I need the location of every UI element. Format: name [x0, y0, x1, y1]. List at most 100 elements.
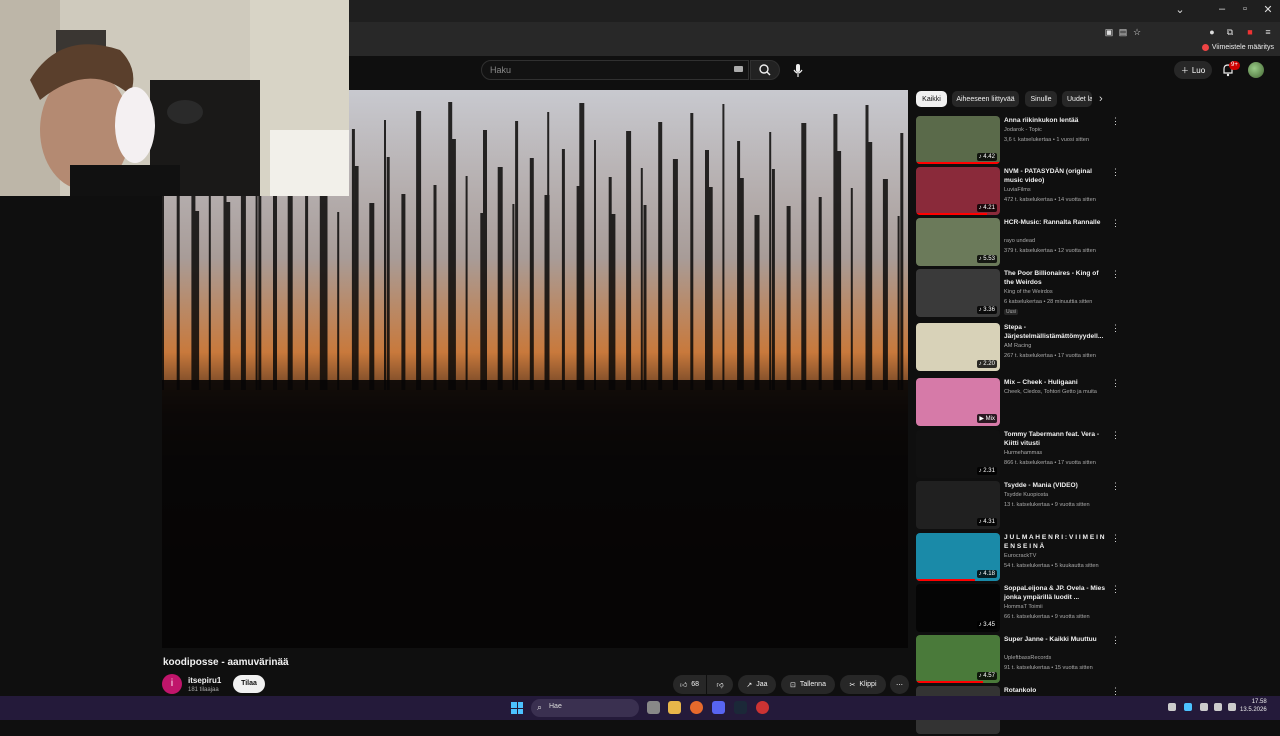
recommendation-item[interactable]: ♪ 4.21 NVM - PATASYDÄN (original music vi… [916, 167, 1121, 217]
channel-avatar[interactable]: i [162, 674, 182, 694]
video-thumbnail[interactable]: ♪ 4.31 [916, 481, 1000, 529]
menu-icon[interactable]: ≡ [1262, 26, 1274, 38]
chip-related[interactable]: Aiheeseen liittyvää [952, 91, 1019, 107]
video-thumbnail[interactable]: ♪ 4.42 [916, 116, 1000, 164]
save-button[interactable]: ⊡ Tallenna [781, 675, 835, 694]
video-thumbnail[interactable]: ♪ 4.18 [916, 533, 1000, 581]
video-thumbnail[interactable]: ♪ 2.31 [916, 430, 1000, 478]
account-avatar[interactable] [1248, 62, 1264, 78]
recommendation-title[interactable]: HCR-Music: Rannalta Rannalle [1004, 218, 1108, 227]
video-thumbnail[interactable]: ♪ 5.53 [916, 218, 1000, 266]
recommendation-title[interactable]: Mix – Cheek - Huligaani [1004, 378, 1108, 387]
subscribe-button[interactable]: Tilaa [233, 675, 265, 693]
more-vert-icon[interactable]: ⋮ [1111, 584, 1120, 595]
recommendation-title[interactable]: Super Janne - Kaikki Muuttuu [1004, 635, 1108, 644]
recommendation-title[interactable]: SoppaLeijona & JP. Ovela - Mies jonka ym… [1004, 584, 1108, 602]
recommendation-item[interactable]: ♪ 4.18 J U L M A H E N R I : V I I M E I … [916, 533, 1121, 583]
video-thumbnail[interactable]: ▶ Mix [916, 378, 1000, 426]
picture-in-picture-icon[interactable]: ▤ [1117, 26, 1129, 38]
more-vert-icon[interactable]: ⋮ [1111, 218, 1120, 229]
minimize-button[interactable]: – [1212, 3, 1232, 15]
more-vert-icon[interactable]: ⋮ [1111, 323, 1120, 334]
tray-mic-icon[interactable] [1200, 703, 1208, 711]
search-button[interactable] [750, 60, 780, 80]
voice-search-button[interactable] [787, 60, 809, 82]
recommendation-item[interactable]: ♪ 4.57 Super Janne - Kaikki Muuttuu ⋮ Uplef… [916, 635, 1121, 685]
recommendation-item[interactable]: ♪ 2.31 Tommy Tabermann feat. Vera - Kiitt… [916, 430, 1121, 480]
discord-icon[interactable] [712, 701, 725, 714]
steam-icon[interactable] [734, 701, 747, 714]
file-explorer-icon[interactable] [668, 701, 681, 714]
profile-icon[interactable]: ● [1206, 26, 1218, 38]
chip-all[interactable]: Kaikki [916, 91, 947, 107]
obs-icon[interactable] [756, 701, 769, 714]
recommendation-channel[interactable]: LuviaFilms [1004, 187, 1031, 193]
recommendation-channel[interactable]: Hurmehammas [1004, 450, 1042, 456]
recommendation-item[interactable]: ♪ 2.20 Stepa - Järjestelmällistämättömyyd… [916, 323, 1121, 373]
share-button[interactable]: ↗ Jaa [738, 675, 776, 694]
recommendation-channel[interactable]: rayo undead [1004, 238, 1035, 244]
extension-badge-icon[interactable]: ■ [1244, 26, 1256, 38]
recommendation-title[interactable]: NVM - PATASYDÄN (original music video) [1004, 167, 1108, 185]
video-thumbnail[interactable]: ♪ 4.57 [916, 635, 1000, 683]
recommendation-channel[interactable]: Jodarok - Topic [1004, 127, 1042, 133]
tab-list-icon[interactable]: ⌄ [1170, 3, 1190, 16]
recommendation-item[interactable]: ♪ 5.53 HCR-Music: Rannalta Rannalle ⋮ rayo … [916, 218, 1121, 268]
start-button[interactable] [511, 702, 523, 714]
recommendation-item[interactable]: ♪ 4.42 Anna riikinkukon lentää ⋮ Jodarok - … [916, 116, 1121, 166]
bookmark-star-icon[interactable]: ☆ [1131, 26, 1143, 38]
bookmark-finish-setup[interactable]: Viimeistele määritys [1201, 44, 1274, 51]
recommendation-channel[interactable]: AM Racing [1004, 343, 1031, 349]
recommendation-channel[interactable]: Tsydde Kuopiosta [1004, 492, 1048, 498]
clip-button[interactable]: ✂ Klippi [840, 675, 886, 694]
recommendation-title[interactable]: Anna riikinkukon lentää [1004, 116, 1108, 125]
channel-name[interactable]: itsepiru1 [188, 676, 221, 685]
more-vert-icon[interactable]: ⋮ [1111, 481, 1120, 492]
recommendation-title[interactable]: Stepa - Järjestelmällistämättömyydell... [1004, 323, 1108, 341]
more-vert-icon[interactable]: ⋮ [1111, 269, 1120, 280]
chip-for-you[interactable]: Sinulle [1025, 91, 1057, 107]
more-vert-icon[interactable]: ⋮ [1111, 430, 1120, 441]
recommendation-item[interactable]: ♪ 4.31 Tsydde - Mania (VIDEO) ⋮ Tsydde Kuop… [916, 481, 1121, 531]
recommendation-title[interactable]: Rotankolo [1004, 686, 1108, 695]
recommendation-title[interactable]: Tommy Tabermann feat. Vera - Kiitti vitu… [1004, 430, 1108, 448]
more-actions-button[interactable]: ⋯ [890, 675, 909, 694]
taskbar-clock[interactable]: 17.58 13.5.2026 [1240, 698, 1267, 714]
recommendation-channel[interactable]: UpleftbassRecords [1004, 655, 1051, 661]
recommendation-item[interactable]: ♪ 3.36 The Poor Billionaires - King of th… [916, 269, 1121, 319]
tray-app-icon[interactable] [1184, 703, 1192, 711]
maximize-button[interactable]: ▫ [1235, 3, 1255, 15]
keyboard-icon[interactable] [734, 66, 743, 72]
create-button[interactable]: ＋ Luo [1174, 61, 1212, 79]
video-thumbnail[interactable]: ♪ 4.21 [916, 167, 1000, 215]
more-vert-icon[interactable]: ⋮ [1111, 533, 1120, 544]
recommendation-channel[interactable]: HommaT Toimii [1004, 604, 1043, 610]
search-input[interactable]: Haku [481, 60, 749, 80]
tray-network-icon[interactable] [1214, 703, 1222, 711]
recommendation-title[interactable]: Tsydde - Mania (VIDEO) [1004, 481, 1108, 490]
taskbar-search[interactable]: Hae [531, 699, 639, 717]
screen-share-icon[interactable]: ▣ [1103, 26, 1115, 38]
more-vert-icon[interactable]: ⋮ [1111, 167, 1120, 178]
more-vert-icon[interactable]: ⋮ [1111, 378, 1120, 389]
more-vert-icon[interactable]: ⋮ [1111, 116, 1120, 127]
recommendation-channel[interactable]: King of the Weirdos [1004, 289, 1053, 295]
recommendation-channel[interactable]: Cheek, Cledos, Tohtori Getto ja muita [1004, 389, 1097, 395]
tray-chevron-icon[interactable] [1168, 703, 1176, 711]
video-thumbnail[interactable]: ♪ 2.20 [916, 323, 1000, 371]
recommendation-item[interactable]: ▶ Mix Mix – Cheek - Huligaani ⋮ Cheek, Cled… [916, 378, 1121, 428]
video-thumbnail[interactable]: ♪ 3.45 [916, 584, 1000, 632]
chevron-right-icon[interactable]: › [1099, 93, 1103, 105]
task-view-icon[interactable] [647, 701, 660, 714]
recommendation-item[interactable]: ♪ 3.45 SoppaLeijona & JP. Ovela - Mies jo… [916, 584, 1121, 634]
firefox-icon[interactable] [690, 701, 703, 714]
chip-new[interactable]: Uudet la [1062, 91, 1092, 107]
recommendation-title[interactable]: The Poor Billionaires - King of the Weir… [1004, 269, 1108, 287]
more-vert-icon[interactable]: ⋮ [1111, 635, 1120, 646]
recommendation-title[interactable]: J U L M A H E N R I : V I I M E I N E N … [1004, 533, 1108, 551]
recommendation-channel[interactable]: EurocrackTV [1004, 553, 1036, 559]
close-window-button[interactable]: ✕ [1258, 3, 1278, 16]
extensions-icon[interactable]: ⧉ [1224, 26, 1236, 38]
video-thumbnail[interactable]: ♪ 3.36 [916, 269, 1000, 317]
tray-volume-icon[interactable] [1228, 703, 1236, 711]
